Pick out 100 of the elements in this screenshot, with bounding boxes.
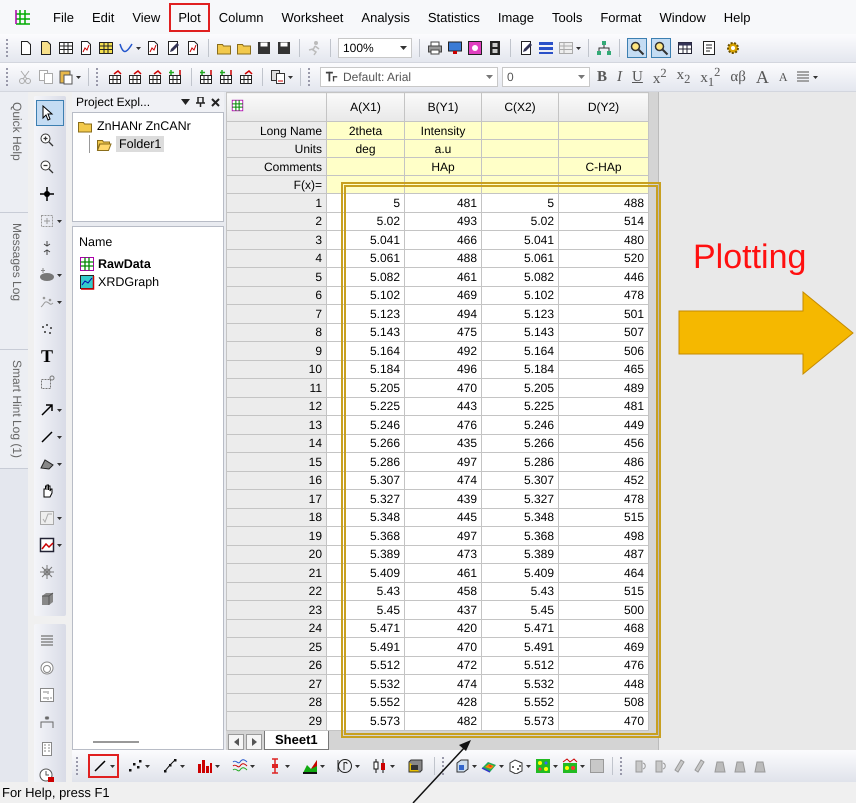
caret-icon[interactable] xyxy=(76,76,81,78)
side-tab[interactable]: Messages Log xyxy=(0,213,28,350)
close-icon[interactable] xyxy=(211,98,220,106)
hierarchy-icon[interactable] xyxy=(596,40,612,56)
menu-item[interactable]: Format xyxy=(591,2,651,32)
documents-icon[interactable] xyxy=(270,69,286,85)
format-button[interactable]: x$_{2}$ xyxy=(674,67,694,87)
caret-icon xyxy=(400,46,407,50)
menu-item[interactable]: View xyxy=(123,2,170,32)
bracket-icon[interactable] xyxy=(39,714,55,730)
color-map-icon[interactable] xyxy=(535,758,551,774)
format-button[interactable]: x$^{2}$ xyxy=(650,66,670,88)
format-button[interactable]: U xyxy=(629,68,646,86)
sheet-tab[interactable]: Sheet1 xyxy=(264,731,329,750)
menu-item[interactable]: Worksheet xyxy=(272,2,352,32)
format-button[interactable]: A xyxy=(776,70,791,84)
font-size-dropdown[interactable]: 0 xyxy=(502,67,590,87)
scroll-thumb[interactable] xyxy=(93,741,139,743)
side-tab[interactable]: Quick Help xyxy=(0,92,28,213)
menu-item[interactable]: Tools xyxy=(543,2,592,32)
column-header[interactable]: B(Y1) xyxy=(404,92,482,122)
caret-icon[interactable] xyxy=(553,764,558,768)
dice-icon[interactable] xyxy=(508,758,524,774)
table-cell: deg xyxy=(326,140,404,158)
matrix-icon[interactable] xyxy=(98,40,114,56)
menu-item[interactable]: Image xyxy=(488,2,543,32)
menu-item[interactable]: Statistics xyxy=(418,2,489,32)
color-grid-icon[interactable] xyxy=(562,758,578,774)
magnifier-button[interactable] xyxy=(651,38,671,58)
menu-item[interactable]: Help xyxy=(714,2,760,32)
chart-document-icon[interactable] xyxy=(145,40,161,56)
caret-icon[interactable] xyxy=(812,76,818,78)
table-cell: 476 xyxy=(558,656,648,674)
line-plot-button[interactable] xyxy=(88,754,119,778)
worksheet-icon[interactable] xyxy=(79,256,95,272)
square-icon[interactable] xyxy=(467,40,483,56)
tree-item[interactable]: ZnHANr ZnCANr xyxy=(97,119,191,133)
caret-icon[interactable] xyxy=(472,764,477,768)
printer-icon[interactable] xyxy=(427,40,443,56)
zoom-dropdown[interactable]: 100% xyxy=(338,38,412,58)
list-item[interactable]: RawData xyxy=(98,257,151,271)
save-icon[interactable] xyxy=(276,40,292,56)
worksheet-plus-icon[interactable] xyxy=(168,69,184,85)
monitor-icon[interactable] xyxy=(447,40,463,56)
graph-icon[interactable] xyxy=(79,274,95,290)
side-tab[interactable]: Smart Hint Log (1) xyxy=(0,350,28,470)
menu-item[interactable]: Column xyxy=(210,2,273,32)
save-icon[interactable] xyxy=(256,40,272,56)
menu-item[interactable]: Window xyxy=(650,2,715,32)
bars-icon[interactable] xyxy=(538,40,554,56)
worksheet-plus-icon[interactable] xyxy=(219,69,235,85)
font-dropdown[interactable]: Default: Arial xyxy=(320,67,498,87)
text-tool[interactable]: T xyxy=(36,343,64,369)
film-icon[interactable] xyxy=(487,40,503,56)
table-cell: 470 xyxy=(404,378,482,397)
caret-icon[interactable] xyxy=(499,764,504,768)
document-icon[interactable] xyxy=(38,40,54,56)
worksheet-arrow-icon[interactable] xyxy=(128,69,144,85)
new-page-icon[interactable] xyxy=(18,40,34,56)
pin-icon[interactable] xyxy=(196,97,205,107)
worksheet-icon[interactable] xyxy=(58,40,74,56)
menu-item[interactable]: Edit xyxy=(82,2,124,32)
plot-document-icon[interactable] xyxy=(185,40,201,56)
menu-item[interactable]: Plot xyxy=(169,2,210,32)
format-button[interactable]: I xyxy=(614,68,626,86)
caret-icon[interactable] xyxy=(526,764,531,768)
pointer-tool[interactable] xyxy=(36,100,64,126)
column-header[interactable]: D(Y2) xyxy=(558,92,648,122)
edit-document-icon[interactable] xyxy=(165,40,181,56)
worksheet-arrow-icon[interactable] xyxy=(239,69,255,85)
clock-icon[interactable] xyxy=(39,768,55,784)
caret-icon[interactable] xyxy=(580,764,585,768)
dropdown-icon[interactable] xyxy=(181,99,190,105)
cube-icon[interactable] xyxy=(454,758,470,774)
caret-icon[interactable] xyxy=(288,76,293,78)
edit-document-icon[interactable] xyxy=(518,40,534,56)
next-button[interactable] xyxy=(246,734,262,750)
menu-item[interactable]: File xyxy=(44,2,83,32)
worksheet-arrow-icon[interactable] xyxy=(148,69,164,85)
format-button[interactable]: B xyxy=(594,68,610,86)
caret-icon[interactable] xyxy=(136,46,141,50)
grid-icon[interactable] xyxy=(14,9,30,25)
paste-icon[interactable] xyxy=(58,69,74,85)
graph-page-icon[interactable] xyxy=(78,40,94,56)
knob-icon[interactable] xyxy=(39,660,55,676)
tree-item[interactable]: Folder1 xyxy=(116,136,164,152)
previous-button[interactable] xyxy=(228,734,244,750)
column-header[interactable]: C(X2) xyxy=(482,92,558,122)
list-item[interactable]: XRDGraph xyxy=(98,275,160,289)
list-icon[interactable] xyxy=(39,687,55,703)
worksheet-arrow-icon[interactable] xyxy=(108,69,124,85)
column-header[interactable]: A(X1) xyxy=(326,92,404,122)
caret-icon[interactable] xyxy=(576,46,581,50)
magnifier-button[interactable] xyxy=(627,38,647,58)
worksheet-plus-icon[interactable] xyxy=(199,69,215,85)
list-icon[interactable] xyxy=(39,741,55,757)
menu-item[interactable]: Analysis xyxy=(352,2,419,32)
format-button[interactable]: αβ xyxy=(727,68,749,86)
lines-icon[interactable] xyxy=(39,633,55,649)
format-button[interactable]: A xyxy=(752,66,772,88)
